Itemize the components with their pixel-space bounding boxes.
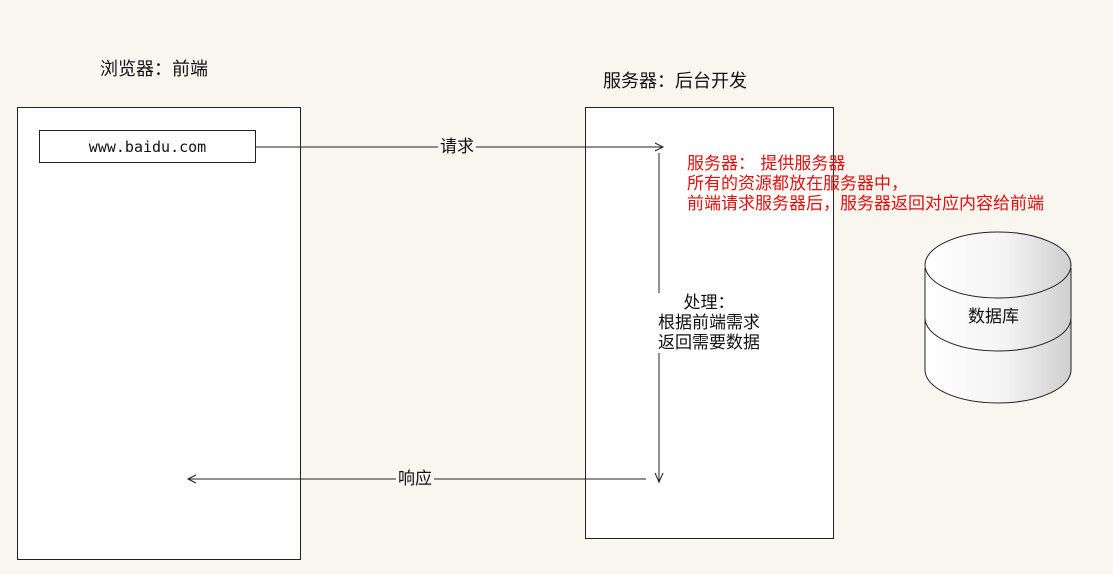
- server-note-line: 所有的资源都放在服务器中，: [687, 174, 908, 194]
- process-line: 返回需要数据: [658, 333, 760, 353]
- process-line: 处理：: [683, 293, 735, 313]
- process-text: 处理： 根据前端需求 返回需要数据: [648, 293, 770, 353]
- request-label: 请求: [438, 137, 476, 157]
- server-note-line: 服务器： 提供服务器: [687, 154, 846, 174]
- server-note-line: 前端请求服务器后，服务器返回对应内容给前端: [687, 194, 1044, 214]
- database-label: 数据库: [968, 307, 1019, 327]
- response-label: 响应: [396, 469, 434, 489]
- connector-lines: [186, 142, 1072, 484]
- server-notes: 服务器： 提供服务器 所有的资源都放在服务器中， 前端请求服务器后，服务器返回对…: [687, 154, 1044, 214]
- process-line: 根据前端需求: [658, 313, 760, 333]
